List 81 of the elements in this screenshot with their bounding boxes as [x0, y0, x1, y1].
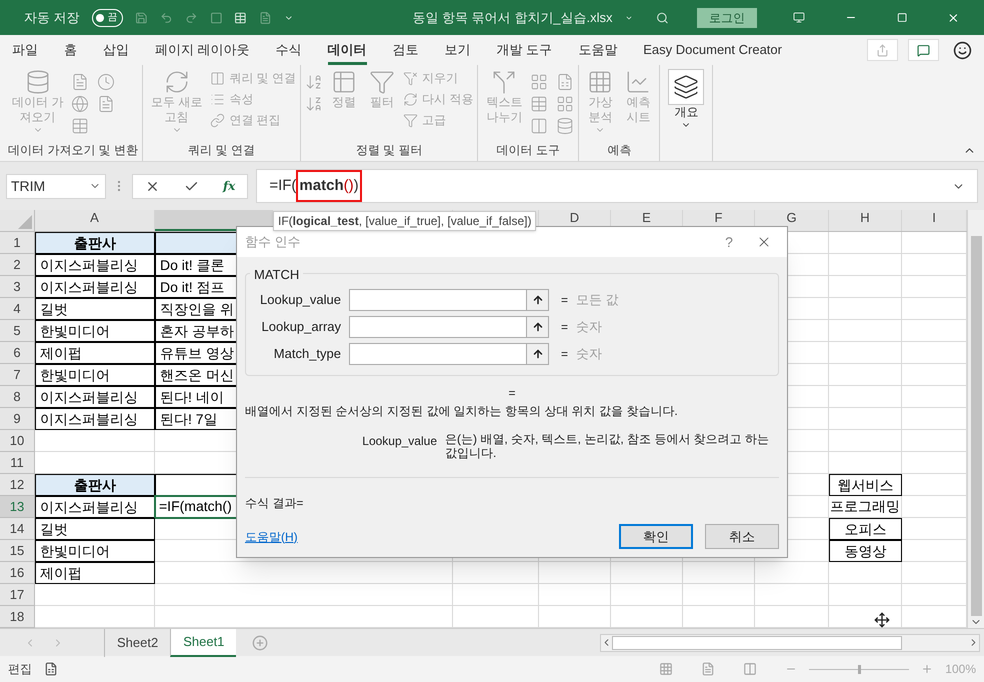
menu-tab[interactable]: 보기: [444, 35, 471, 65]
group-label: 데이터 가져오기 및 변환: [8, 142, 138, 159]
table-cell: 웹서비스: [829, 474, 902, 496]
sign-in-button[interactable]: 로그인: [697, 8, 758, 28]
table-cell: 이지스퍼블리싱: [35, 386, 155, 408]
equals-sign: =: [561, 292, 568, 308]
row-header[interactable]: 6: [0, 342, 35, 364]
table-cell: 오피스: [829, 518, 902, 540]
menu-tab[interactable]: 홈: [64, 35, 77, 65]
autosave-toggle[interactable]: 끔: [92, 8, 124, 26]
group-label: 쿼리 및 연결: [187, 142, 256, 159]
menu-tab[interactable]: 파일: [12, 35, 38, 65]
menu-tab[interactable]: 페이지 레이아웃: [155, 35, 250, 65]
argument-help-name: Lookup_value: [361, 433, 438, 450]
argument-help-text: 은(는) 배열, 숫자, 텍스트, 논리값, 참조 등에서 찾으려고 하는 값입니다.: [445, 432, 770, 460]
row-header[interactable]: 4: [0, 298, 35, 320]
dialog-button[interactable]: 취소: [705, 524, 779, 549]
column-header[interactable]: H: [829, 210, 902, 231]
row-header[interactable]: 14: [0, 518, 35, 540]
row-header[interactable]: 15: [0, 540, 35, 562]
status-mode: 편집: [8, 661, 32, 678]
help-link[interactable]: 도움말(H): [245, 528, 298, 546]
table-cell: 길벗: [35, 518, 155, 540]
table-cell: 이지스퍼블리싱: [35, 408, 155, 430]
row-header[interactable]: 13: [0, 496, 35, 518]
menu-tab[interactable]: 검토: [392, 35, 419, 65]
menu-tab[interactable]: Easy Document Creator: [643, 35, 782, 65]
table-cell: 프로그래밍: [829, 496, 902, 518]
table-cell: 한빛미디어: [35, 320, 155, 342]
menu-tab[interactable]: 도움말: [578, 35, 618, 65]
row-header[interactable]: 3: [0, 276, 35, 298]
row-header[interactable]: 9: [0, 408, 35, 430]
equals-sign: =: [561, 318, 568, 336]
name-box[interactable]: TRIM: [6, 174, 106, 198]
argument-label: Match_type: [272, 344, 342, 363]
row-header[interactable]: 8: [0, 386, 35, 408]
row-header[interactable]: 1: [0, 232, 35, 254]
tooltip-text: IF(logical_test, [value_if_true], [value_if_false]): [278, 213, 532, 230]
menu-tab[interactable]: 수식: [276, 35, 302, 65]
highlight-frame: match()): [296, 170, 362, 202]
row-header[interactable]: 12: [0, 474, 35, 496]
table-cell: 출판사: [35, 232, 155, 254]
table-cell: 제이펍: [35, 342, 155, 364]
row-header[interactable]: 11: [0, 452, 35, 474]
row-header[interactable]: 2: [0, 254, 35, 276]
autosave-label: 자동 저장: [24, 8, 80, 27]
dialog-title: 함수 인수: [245, 233, 301, 252]
table-cell: 길벗: [35, 298, 155, 320]
sheet-tab[interactable]: Sheet1: [170, 628, 236, 656]
argument-result: 숫자: [576, 318, 602, 336]
formula-field[interactable]: =IF( match()): [256, 169, 978, 203]
table-cell: 한빛미디어: [35, 364, 155, 386]
table-cell: 한빛미디어: [35, 540, 155, 562]
group-label: 데이터 도구: [496, 142, 562, 159]
argument-label: Lookup_array: [260, 318, 342, 336]
row-header[interactable]: 7: [0, 364, 35, 386]
table-cell: 제이펍: [35, 562, 155, 584]
insert-function-button[interactable]: fx: [223, 177, 236, 195]
file-name: 동일 항목 묶어서 합치기_실습.xlsx: [412, 8, 613, 27]
group-label: 정렬 및 필터: [354, 142, 424, 159]
menu-tab[interactable]: 삽입: [103, 35, 129, 65]
argument-result: 모든 값: [576, 290, 619, 309]
menu-tab[interactable]: 개발 도구: [496, 35, 552, 65]
group-label: 예측: [606, 142, 632, 159]
equals-sign: =: [508, 385, 516, 402]
row-header[interactable]: 18: [0, 606, 35, 628]
table-cell: 이지스퍼블리싱: [35, 254, 155, 276]
equals-sign: =: [561, 346, 568, 362]
row-header[interactable]: 5: [0, 320, 35, 342]
row-header[interactable]: 16: [0, 562, 35, 584]
argument-result: 숫자: [576, 344, 602, 363]
dialog-button[interactable]: 확인: [619, 524, 693, 549]
row-header[interactable]: 10: [0, 430, 35, 452]
ribbon-button[interactable]: 개요: [664, 69, 708, 130]
help-button[interactable]: ?: [709, 232, 749, 252]
row-header[interactable]: 17: [0, 584, 35, 606]
table-cell: 동영상: [829, 540, 902, 562]
table-cell: 출판사: [35, 474, 155, 496]
table-cell: 이지스퍼블리싱: [35, 496, 155, 518]
table-cell: 이지스퍼블리싱: [35, 276, 155, 298]
formula-result: 수식 결과=: [245, 496, 304, 510]
